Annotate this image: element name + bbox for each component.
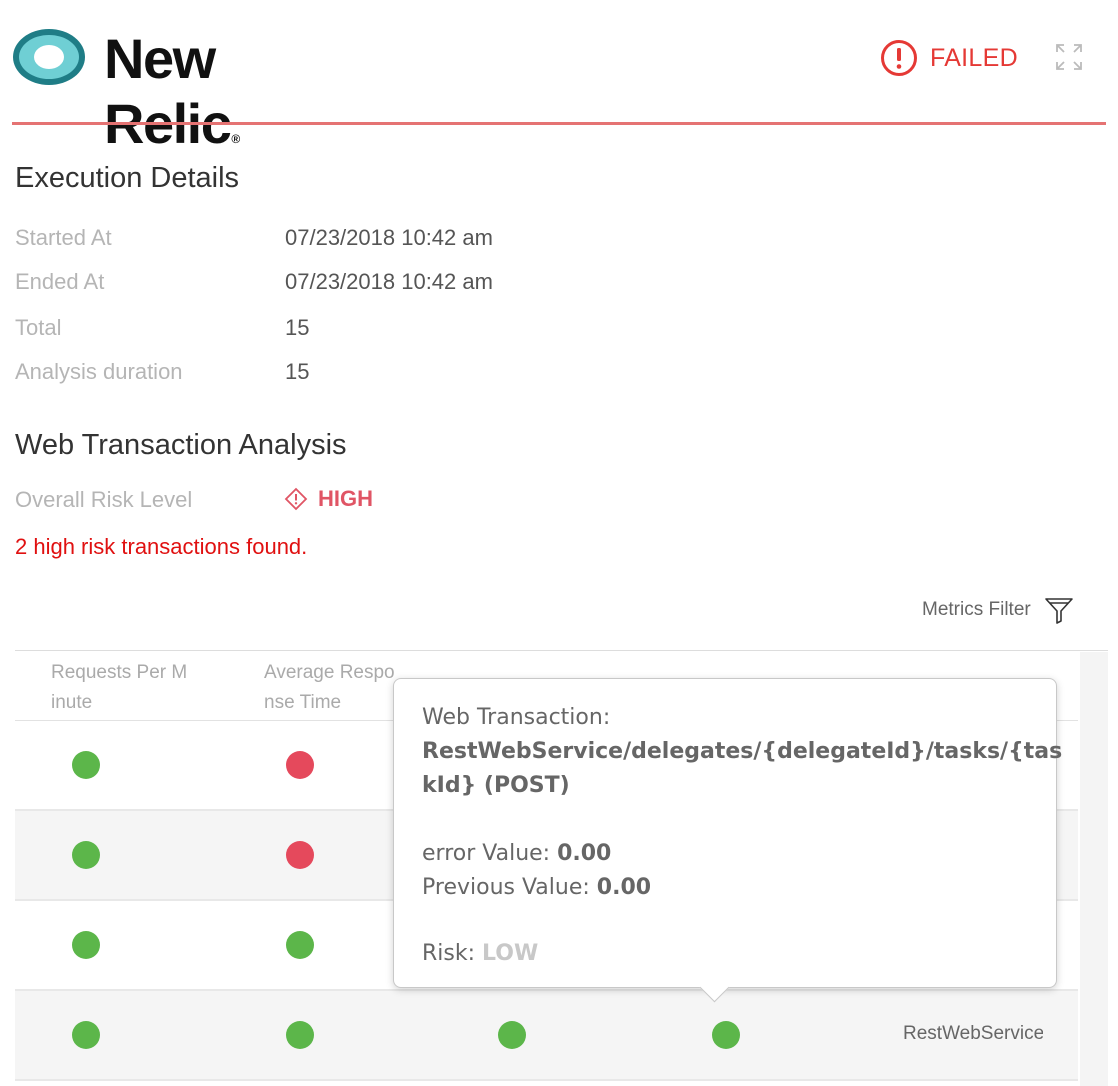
total-value: 15	[285, 315, 310, 340]
analysis-duration-value: 15	[285, 359, 310, 384]
ended-at-label: Ended At	[15, 269, 105, 294]
tooltip-risk: Risk: LOW	[422, 941, 539, 966]
metric-tooltip: Web Transaction: RestWebService/delegate…	[393, 678, 1063, 1003]
total-label: Total	[15, 315, 62, 340]
tooltip-transaction-name-line2: kId} (POST)	[422, 773, 570, 798]
requests-risk-dot[interactable]	[72, 841, 100, 869]
table-top-border	[15, 650, 1108, 651]
execution-status: FAILED	[880, 38, 1018, 78]
transaction-name: RestWebService	[903, 1023, 1043, 1044]
apdex-risk-dot[interactable]	[498, 1021, 526, 1049]
ended-at-value: 07/23/2018 10:42 am	[285, 269, 493, 294]
funnel-icon	[1044, 598, 1073, 624]
table-row[interactable]: RestWebService	[15, 991, 1078, 1081]
execution-details-title: Execution Details	[15, 162, 240, 194]
new-relic-logo: New Relic®	[12, 24, 352, 155]
analysis-duration-label: Analysis duration	[15, 359, 183, 384]
exclamation-circle-icon	[881, 40, 917, 76]
column-header-average-response-time[interactable]: Average Respo nse Time	[264, 658, 414, 718]
response-time-risk-dot[interactable]	[286, 841, 314, 869]
response-time-risk-dot[interactable]	[286, 1021, 314, 1049]
overall-risk-level-label: Overall Risk Level	[15, 487, 193, 512]
table-scrollbar[interactable]	[1080, 652, 1108, 1086]
tooltip-label: Web Transaction:	[422, 705, 611, 730]
header-divider	[12, 122, 1106, 125]
response-time-risk-dot[interactable]	[286, 751, 314, 779]
tooltip-error-value: error Value: 0.00	[422, 841, 612, 866]
app-header: New Relic® FAILED	[0, 0, 1118, 155]
tooltip-previous-value: Previous Value: 0.00	[422, 875, 652, 900]
started-at-value: 07/23/2018 10:42 am	[285, 225, 493, 250]
diamond-alert-icon	[284, 487, 308, 511]
overall-risk-level-value: HIGH	[284, 486, 373, 512]
new-relic-logo-icon	[13, 29, 85, 85]
registered-mark: ®	[231, 132, 240, 146]
web-transaction-analysis-title: Web Transaction Analysis	[15, 429, 347, 461]
metrics-filter-button[interactable]: Metrics Filter	[922, 594, 1075, 626]
error-risk-dot[interactable]	[712, 1021, 740, 1049]
started-at-label: Started At	[15, 225, 112, 250]
requests-risk-dot[interactable]	[72, 751, 100, 779]
requests-risk-dot[interactable]	[72, 1021, 100, 1049]
brand-name: New Relic®	[104, 27, 240, 155]
tooltip-transaction-name-line1: RestWebService/delegates/{delegateId}/ta…	[422, 739, 1063, 764]
high-risk-warning: 2 high risk transactions found.	[15, 534, 308, 559]
column-header-requests-per-minute[interactable]: Requests Per M inute	[51, 658, 201, 718]
status-label: FAILED	[930, 43, 1018, 72]
response-time-risk-dot[interactable]	[286, 931, 314, 959]
metrics-filter-label: Metrics Filter	[922, 599, 1031, 620]
requests-risk-dot[interactable]	[72, 931, 100, 959]
expand-icon[interactable]	[1054, 42, 1084, 72]
risk-level-text: HIGH	[318, 486, 373, 511]
